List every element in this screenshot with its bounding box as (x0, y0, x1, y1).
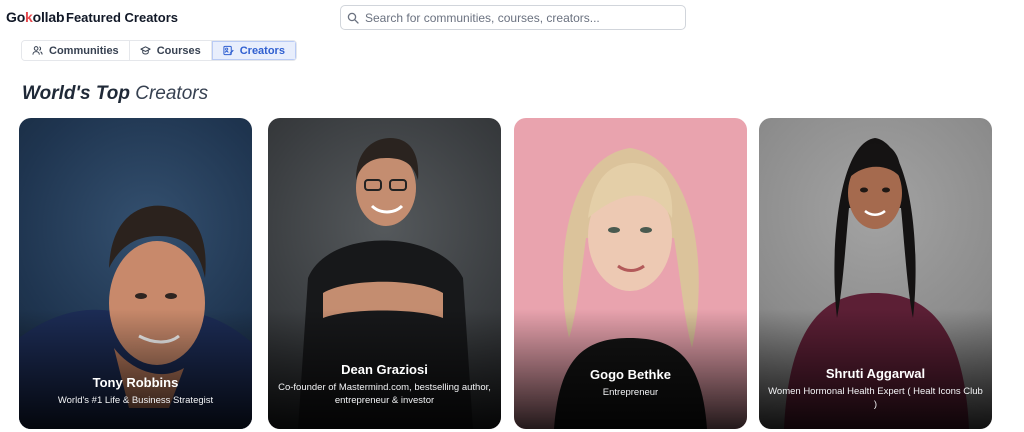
creator-role: Co-founder of Mastermind.com, bestsellin… (278, 382, 491, 406)
logo-text-part: Go (6, 9, 26, 25)
creator-card-gogo-bethke[interactable]: Gogo Bethke Entrepreneur (514, 118, 747, 429)
creator-role: Entrepreneur (602, 387, 659, 398)
tab-label: Creators (239, 44, 285, 57)
card-gradient (19, 309, 252, 429)
logo-text-part: ollab (32, 9, 65, 25)
search-icon (347, 12, 359, 24)
gokollab-logo[interactable]: Gokollab (6, 9, 65, 25)
tab-label: Communities (49, 44, 119, 57)
tab-label: Courses (156, 44, 201, 57)
tab-courses[interactable]: Courses (129, 41, 212, 60)
creator-name: Gogo Bethke (590, 367, 671, 382)
card-info: Shruti Aggarwal Women Hormonal Health Ex… (767, 366, 984, 411)
card-info: Gogo Bethke Entrepreneur (522, 367, 739, 399)
logo-text-accent: k (25, 9, 33, 25)
users-icon (32, 46, 43, 55)
creator-card-dean-graziosi[interactable]: Dean Graziosi Co-founder of Mastermind.c… (268, 118, 501, 429)
creator-name: Shruti Aggarwal (825, 366, 926, 381)
tab-creators[interactable]: Creators (211, 41, 296, 60)
creator-card-shruti-aggarwal[interactable]: Shruti Aggarwal Women Hormonal Health Ex… (759, 118, 992, 429)
creator-card-tony-robbins[interactable]: Tony Robbins World's #1 Life & Business … (19, 118, 252, 429)
heading-bold: World's Top (22, 83, 130, 104)
creator-name: Dean Graziosi (341, 362, 428, 377)
creator-role: Women Hormonal Health Expert ( Healt Ico… (768, 386, 983, 410)
creator-edit-icon (223, 45, 234, 56)
section-heading: World's Top Creators (22, 83, 208, 105)
tab-communities[interactable]: Communities (22, 41, 130, 60)
top-bar: Gokollab Featured Creators (0, 0, 1024, 36)
card-info: Tony Robbins World's #1 Life & Business … (27, 375, 244, 407)
search-input[interactable] (365, 10, 665, 25)
creator-name: Tony Robbins (92, 375, 179, 390)
heading-rest: Creators (135, 83, 209, 104)
creator-role: World's #1 Life & Business Strategist (57, 395, 214, 406)
search-box[interactable] (340, 5, 686, 30)
graduation-cap-icon (140, 46, 151, 55)
card-info: Dean Graziosi Co-founder of Mastermind.c… (276, 362, 493, 407)
category-tabs: Communities Courses Creators (21, 40, 297, 61)
page-title: Featured Creators (66, 10, 178, 25)
